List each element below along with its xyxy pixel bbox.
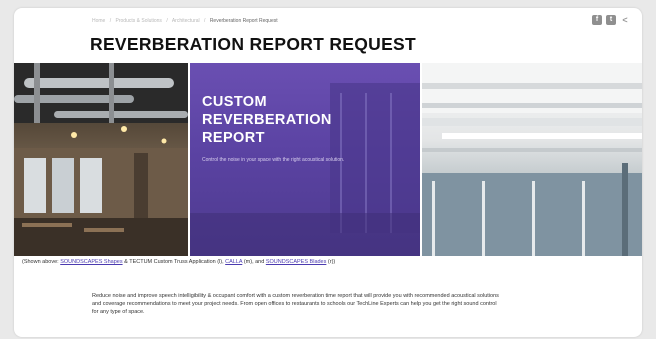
hero-photo-left xyxy=(14,63,188,256)
caption-prefix: (Shown above: xyxy=(22,259,61,265)
image-caption: (Shown above: SOUNDSCAPES Shapes & TECTU… xyxy=(22,259,335,265)
restaurant-photo-illustration xyxy=(14,63,188,256)
breadcrumb: Home / Products & Solutions / Architectu… xyxy=(92,18,278,24)
breadcrumb-item-home[interactable]: Home xyxy=(92,18,105,24)
soundscapes-blades-link[interactable]: SOUNDSCAPES Blades xyxy=(266,259,327,265)
page-card: Home / Products & Solutions / Architectu… xyxy=(14,8,642,337)
promo-title: CUSTOM REVERBERATION REPORT xyxy=(202,94,332,146)
calla-link[interactable]: CALLA xyxy=(225,259,242,265)
caption-middle-2: (m), and xyxy=(242,259,266,265)
hero-banner: CUSTOM REVERBERATION REPORT Control the … xyxy=(14,63,642,256)
share-icon[interactable]: < xyxy=(620,15,630,25)
facebook-icon[interactable]: f xyxy=(592,15,602,25)
atrium-photo-illustration xyxy=(422,63,642,256)
breadcrumb-separator: / xyxy=(204,18,206,24)
share-bar: f t < xyxy=(592,15,630,25)
promo-panel: CUSTOM REVERBERATION REPORT Control the … xyxy=(190,63,420,256)
caption-suffix: (r)) xyxy=(326,259,336,265)
soundscapes-shapes-link[interactable]: SOUNDSCAPES Shapes xyxy=(60,259,122,265)
breadcrumb-separator: / xyxy=(166,18,168,24)
hero-photo-right xyxy=(422,63,642,256)
breadcrumb-separator: / xyxy=(109,18,112,24)
intro-paragraph: Reduce noise and improve speech intellig… xyxy=(92,293,499,315)
promo-description: Control the noise in your space with the… xyxy=(202,157,345,163)
breadcrumb-item-products[interactable]: Products & Solutions xyxy=(116,18,162,24)
breadcrumb-current: Reverberation Report Request xyxy=(209,18,278,24)
caption-middle-1: & TECTUM Custom Truss Application (l), xyxy=(122,259,226,265)
breadcrumb-item-architectural[interactable]: Architectural xyxy=(172,18,200,24)
twitter-icon[interactable]: t xyxy=(606,15,616,25)
page-title: REVERBERATION REPORT REQUEST xyxy=(90,34,417,54)
